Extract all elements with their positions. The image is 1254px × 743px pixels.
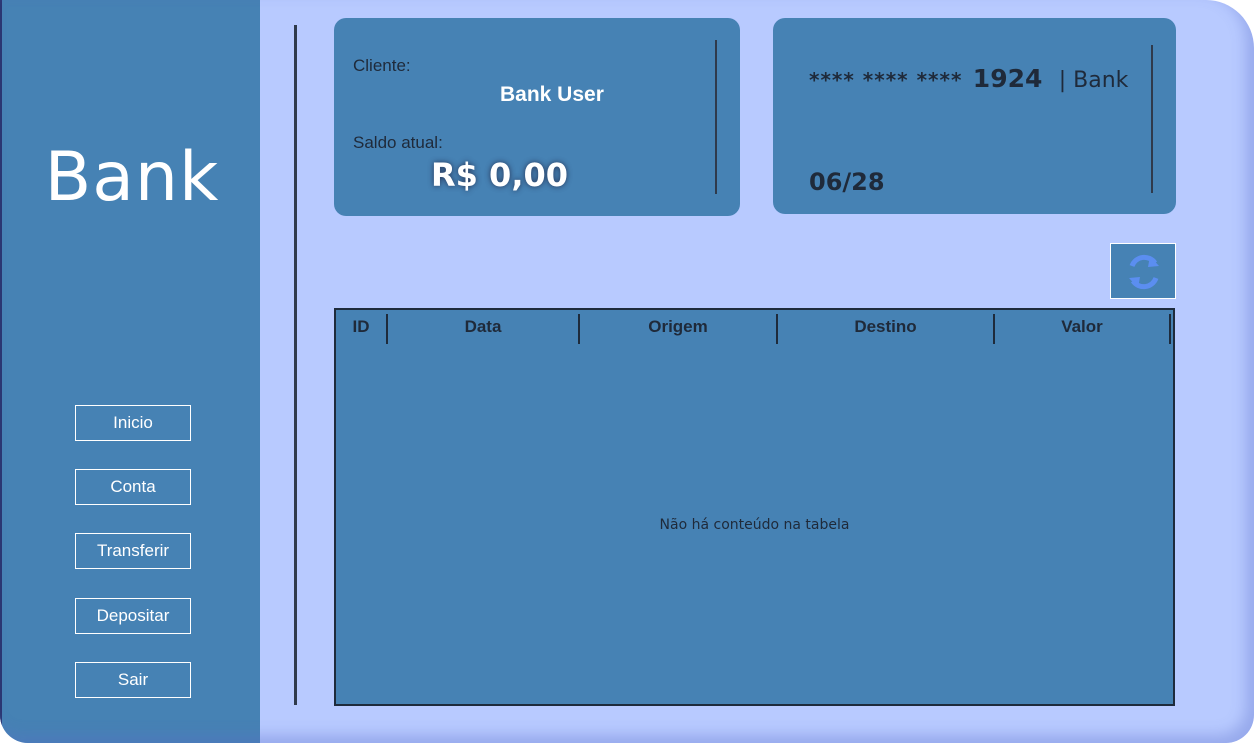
client-label: Cliente: — [353, 56, 411, 75]
nav-button-sair[interactable]: Sair — [75, 662, 191, 698]
transactions-table: ID Data Origem Destino Valor Não há cont… — [334, 308, 1175, 706]
refresh-button[interactable] — [1110, 243, 1176, 299]
sidebar: Bank Inicio Conta Transferir Depositar S… — [0, 0, 260, 743]
bank-card-divider — [1151, 45, 1153, 193]
card-number-mask: **** **** **** — [809, 68, 963, 92]
card-bank-name: | Bank — [1058, 68, 1129, 93]
column-header-origem[interactable]: Origem — [580, 310, 776, 344]
account-card-divider — [715, 40, 717, 194]
refresh-icon — [1129, 254, 1159, 290]
table-empty-message: Não há conteúdo na tabela — [659, 517, 850, 533]
app-logo: Bank — [44, 138, 220, 217]
card-number-last4: 1924 — [972, 64, 1043, 93]
column-header-data[interactable]: Data — [388, 310, 578, 344]
balance-value: R$ 0,00 — [431, 156, 568, 194]
vertical-divider — [294, 25, 297, 705]
column-separator — [1169, 314, 1171, 344]
nav-button-inicio[interactable]: Inicio — [75, 405, 191, 441]
app-window: Bank Inicio Conta Transferir Depositar S… — [0, 0, 1254, 743]
column-header-id[interactable]: ID — [336, 310, 386, 344]
client-name: Bank User — [500, 83, 604, 106]
bank-card: **** **** **** 1924 | Bank 06/28 — [773, 18, 1176, 214]
account-card: Cliente: Bank User Saldo atual: R$ 0,00 — [334, 18, 740, 216]
nav-button-conta[interactable]: Conta — [75, 469, 191, 505]
card-number: **** **** **** 1924 | Bank — [809, 64, 1128, 93]
card-expiry: 06/28 — [809, 168, 885, 196]
nav-button-transferir[interactable]: Transferir — [75, 533, 191, 569]
column-header-destino[interactable]: Destino — [778, 310, 993, 344]
column-header-valor[interactable]: Valor — [995, 310, 1169, 344]
balance-label: Saldo atual: — [353, 133, 443, 152]
nav-button-depositar[interactable]: Depositar — [75, 598, 191, 634]
